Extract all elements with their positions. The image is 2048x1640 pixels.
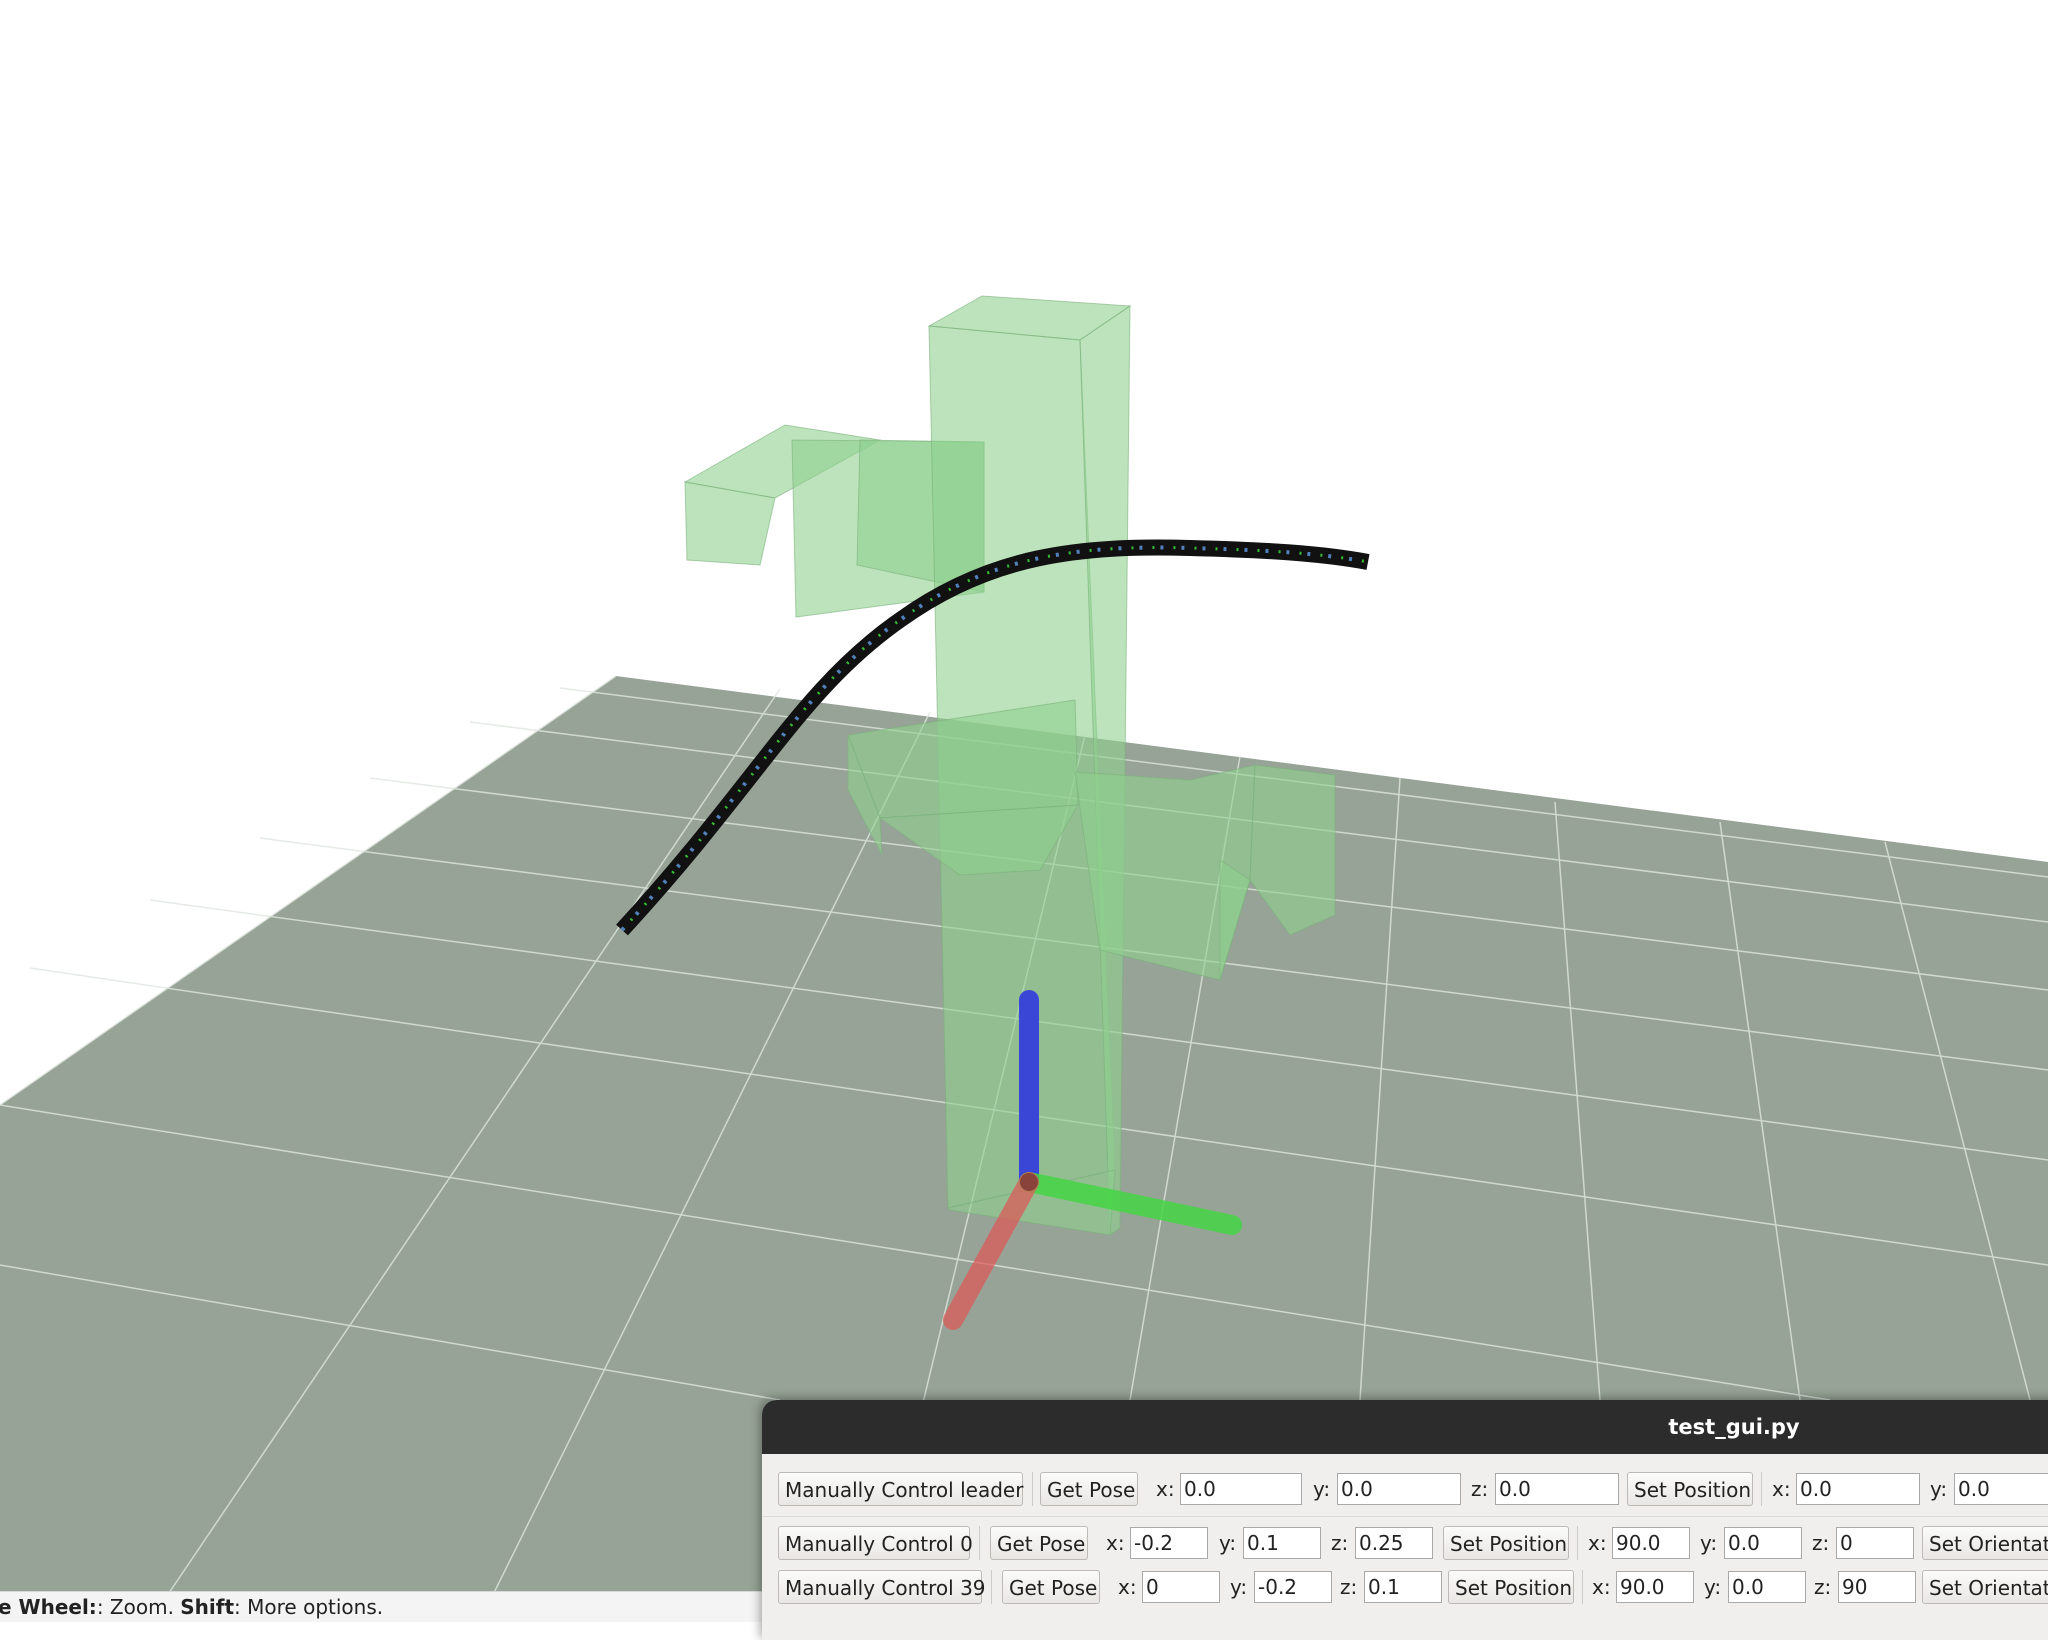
x-label: x: (1588, 1531, 1607, 1555)
3d-viewport[interactable] (0, 0, 2048, 1621)
manual-control-leader-button[interactable]: Manually Control leader (778, 1472, 1023, 1506)
get-pose-button[interactable]: Get Pose (990, 1526, 1088, 1560)
separator (991, 1570, 992, 1604)
separator (979, 1526, 980, 1560)
window-titlebar[interactable]: test_gui.py (762, 1400, 2048, 1454)
y-label: y: (1313, 1477, 1331, 1501)
position-z-field[interactable]: 0.1 (1364, 1571, 1442, 1603)
z-label: z: (1812, 1531, 1830, 1555)
y-label: y: (1704, 1575, 1722, 1599)
status-wheel-key: e Wheel: (0, 1595, 97, 1619)
row-divider (762, 1516, 2048, 1517)
position-x-field[interactable]: 0 (1142, 1571, 1220, 1603)
separator (1761, 1472, 1762, 1506)
get-pose-button[interactable]: Get Pose (1040, 1472, 1138, 1506)
scene-canvas[interactable] (0, 0, 2048, 1621)
set-orientation-button[interactable]: Set Orientat (1922, 1526, 2048, 1560)
position-x-field[interactable]: -0.2 (1130, 1527, 1208, 1559)
x-label: x: (1772, 1477, 1791, 1501)
set-orientation-button[interactable]: Set Orientat (1922, 1570, 2048, 1604)
z-label: z: (1471, 1477, 1489, 1501)
orientation-x-field[interactable]: 0.0 (1796, 1473, 1920, 1505)
x-label: x: (1156, 1477, 1175, 1501)
y-label: y: (1230, 1575, 1248, 1599)
x-label: x: (1106, 1531, 1125, 1555)
status-shift-text: : More options. (234, 1595, 384, 1619)
orientation-z-field[interactable]: 0 (1836, 1527, 1914, 1559)
separator (1582, 1570, 1583, 1604)
position-z-field[interactable]: 0.0 (1495, 1473, 1619, 1505)
orientation-y-field[interactable]: 0.0 (1724, 1527, 1802, 1559)
set-position-button[interactable]: Set Position (1443, 1526, 1569, 1560)
position-y-field[interactable]: -0.2 (1254, 1571, 1332, 1603)
manual-control-0-button[interactable]: Manually Control 0 (778, 1526, 973, 1560)
separator (1577, 1526, 1578, 1560)
orientation-x-field[interactable]: 90.0 (1612, 1527, 1690, 1559)
x-label: x: (1592, 1575, 1611, 1599)
window-title: test_gui.py (1668, 1415, 1800, 1439)
control-panel-window: test_gui.py Manually Control leader Get … (762, 1400, 2048, 1640)
separator (1032, 1472, 1033, 1506)
z-label: z: (1331, 1531, 1349, 1555)
set-position-button[interactable]: Set Position (1627, 1472, 1753, 1506)
orientation-y-field[interactable]: 0.0 (1954, 1473, 2048, 1505)
z-label: z: (1340, 1575, 1358, 1599)
y-label: y: (1700, 1531, 1718, 1555)
x-label: x: (1118, 1575, 1137, 1599)
y-label: y: (1930, 1477, 1948, 1501)
position-z-field[interactable]: 0.25 (1355, 1527, 1433, 1559)
z-label: z: (1814, 1575, 1832, 1599)
orientation-z-field[interactable]: 90 (1838, 1571, 1916, 1603)
get-pose-button[interactable]: Get Pose (1002, 1570, 1100, 1604)
position-x-field[interactable]: 0.0 (1180, 1473, 1302, 1505)
position-y-field[interactable]: 0.1 (1243, 1527, 1321, 1559)
orientation-x-field[interactable]: 90.0 (1616, 1571, 1694, 1603)
orientation-y-field[interactable]: 0.0 (1728, 1571, 1806, 1603)
position-y-field[interactable]: 0.0 (1337, 1473, 1461, 1505)
manual-control-39-button[interactable]: Manually Control 39 (778, 1570, 986, 1604)
set-position-button[interactable]: Set Position (1448, 1570, 1574, 1604)
status-shift-key: Shift (180, 1595, 235, 1619)
y-label: y: (1219, 1531, 1237, 1555)
status-wheel-text: : Zoom. (96, 1595, 181, 1619)
